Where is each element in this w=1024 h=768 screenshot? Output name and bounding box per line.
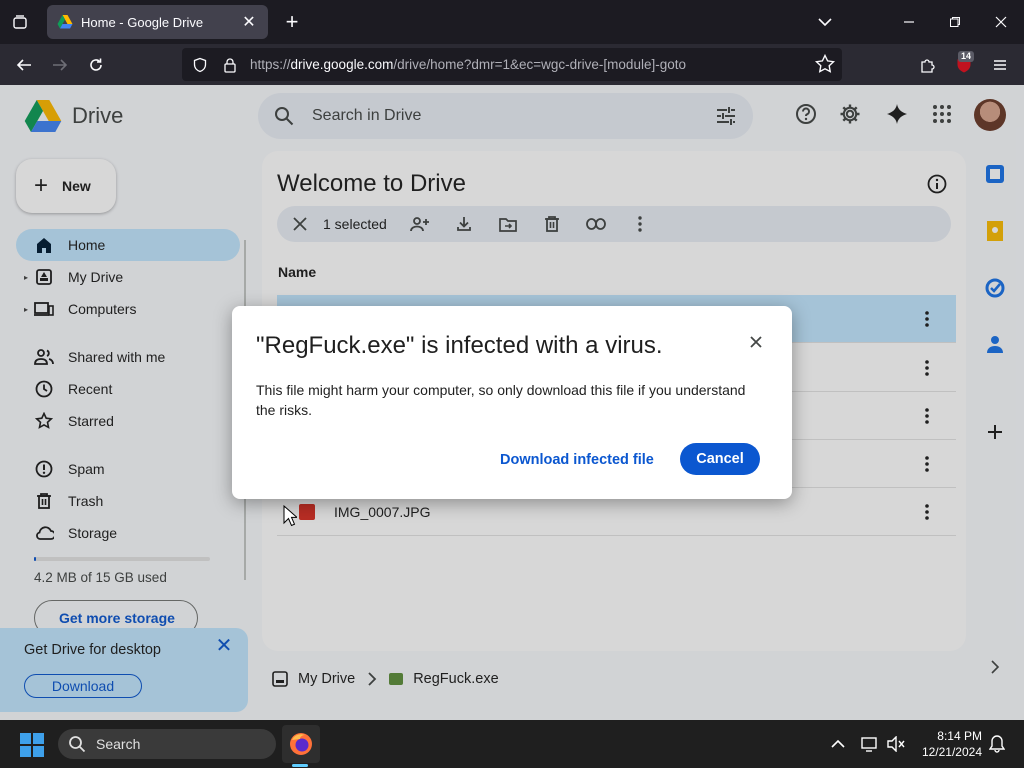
tab-close-icon[interactable]: ✕ xyxy=(240,12,258,32)
taskbar-search-label: Search xyxy=(96,736,141,752)
active-app-indicator xyxy=(292,764,308,767)
windows-logo-icon xyxy=(20,733,31,744)
bell-icon xyxy=(989,735,1005,753)
browser-tab-bar: Home - Google Drive ✕ + xyxy=(0,0,1024,44)
tracking-shield-icon[interactable] xyxy=(188,53,212,77)
close-icon xyxy=(995,16,1007,28)
clock-time: 8:14 PM xyxy=(937,729,982,743)
close-window-button[interactable] xyxy=(985,8,1017,36)
virus-warning-dialog: "RegFuck.exe" is infected with a virus. … xyxy=(232,306,792,499)
taskbar-firefox-button[interactable] xyxy=(282,725,320,763)
tab-overflow-button[interactable] xyxy=(812,10,838,34)
reload-icon xyxy=(90,58,102,71)
minimize-icon xyxy=(904,21,914,23)
back-button[interactable] xyxy=(9,50,39,80)
tray-overflow-button[interactable] xyxy=(828,734,848,754)
forward-button[interactable] xyxy=(45,50,75,80)
dialog-message: This file might harm your computer, so o… xyxy=(256,382,746,418)
arrow-left-icon xyxy=(16,59,31,71)
restore-icon xyxy=(950,17,960,27)
extensions-button[interactable] xyxy=(913,50,943,80)
tab-list-icon xyxy=(13,15,27,29)
speaker-muted-icon xyxy=(887,736,905,752)
system-clock[interactable]: 8:14 PM 12/21/2024 xyxy=(916,728,982,760)
minimize-button[interactable] xyxy=(893,8,925,36)
chevron-up-icon xyxy=(831,739,845,748)
app-menu-button[interactable] xyxy=(985,50,1015,80)
cancel-button[interactable]: Cancel xyxy=(680,443,760,475)
clock-date: 12/21/2024 xyxy=(921,745,982,759)
network-icon xyxy=(861,737,877,752)
url-text: https://drive.google.com/drive/home?dmr=… xyxy=(250,57,686,72)
drive-favicon-icon xyxy=(57,15,73,29)
bookmark-star-icon[interactable] xyxy=(814,53,836,75)
lock-icon[interactable] xyxy=(218,53,242,77)
taskbar-search[interactable]: Search xyxy=(58,729,276,759)
chevron-down-icon xyxy=(818,18,832,27)
arrow-right-icon xyxy=(53,59,68,71)
browser-nav-bar: https://drive.google.com/drive/home?dmr=… xyxy=(0,44,1024,85)
firefox-icon xyxy=(290,733,312,755)
start-button[interactable] xyxy=(20,733,44,757)
new-tab-button[interactable]: + xyxy=(278,8,306,36)
dialog-close-icon[interactable] xyxy=(746,332,766,352)
hamburger-menu-icon xyxy=(994,60,1006,70)
network-button[interactable] xyxy=(860,734,880,754)
restore-button[interactable] xyxy=(939,8,971,36)
extension-badge: 14 xyxy=(958,51,975,62)
dialog-title: "RegFuck.exe" is infected with a virus. xyxy=(256,332,663,359)
search-icon xyxy=(69,736,86,753)
mouse-cursor-icon xyxy=(283,505,297,527)
list-all-tabs-button[interactable] xyxy=(6,8,34,36)
windows-taskbar: Search 8:14 PM 12/21/2024 xyxy=(0,720,1024,768)
puzzle-icon xyxy=(921,59,935,73)
browser-tab-drive[interactable]: Home - Google Drive ✕ xyxy=(47,5,268,39)
notifications-button[interactable] xyxy=(987,734,1007,754)
tab-title: Home - Google Drive xyxy=(81,14,204,30)
download-infected-file-button[interactable]: Download infected file xyxy=(500,452,654,468)
url-bar[interactable]: https://drive.google.com/drive/home?dmr=… xyxy=(182,48,842,81)
volume-button[interactable] xyxy=(886,734,906,754)
reload-button[interactable] xyxy=(81,50,111,80)
